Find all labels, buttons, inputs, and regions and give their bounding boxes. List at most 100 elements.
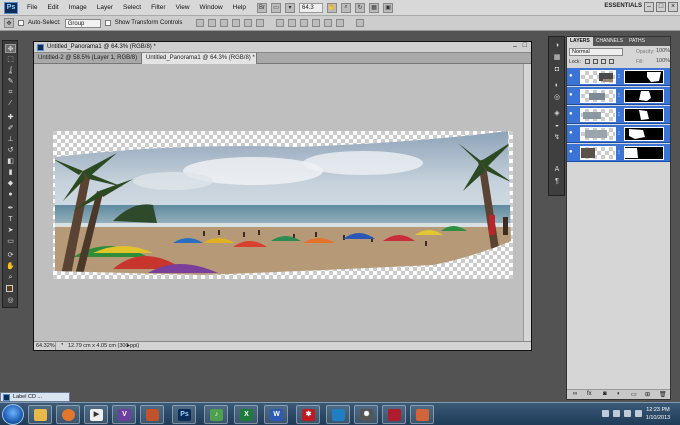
delete-layer-icon[interactable]: 🗑 xyxy=(659,391,667,398)
move-tool-preset-icon[interactable]: ✥ xyxy=(4,18,14,28)
new-group-icon[interactable]: ▭ xyxy=(631,391,637,398)
taskbar-visual-studio[interactable]: V xyxy=(112,405,136,424)
align-bottom-icon[interactable] xyxy=(220,19,229,27)
healing-brush-tool-icon[interactable]: ✚ xyxy=(5,113,16,122)
taskbar-photoshop[interactable]: Ps xyxy=(172,405,196,424)
taskbar-media-app[interactable] xyxy=(382,405,406,424)
taskbar-clock[interactable]: 12:23 PM 1/10/2013 xyxy=(642,406,674,422)
align-hcenter-icon[interactable] xyxy=(244,19,253,27)
distribute-top-icon[interactable] xyxy=(276,19,285,27)
vertical-scrollbar[interactable] xyxy=(523,64,531,341)
lock-transparency-icon[interactable] xyxy=(585,59,590,64)
taskbar-explorer[interactable] xyxy=(28,405,52,424)
character-panel-icon[interactable]: A xyxy=(552,165,562,174)
paths-panel-icon[interactable]: ↯ xyxy=(552,133,562,142)
document-titlebar[interactable]: Untitled_Panorama1 @ 64.3% (RGB/8) * – □ xyxy=(34,42,531,53)
dodge-tool-icon[interactable]: ● xyxy=(5,190,16,199)
blur-tool-icon[interactable]: ◆ xyxy=(5,179,16,188)
layer-row[interactable]: ● ⁝ xyxy=(567,87,670,105)
distribute-bottom-icon[interactable] xyxy=(300,19,309,27)
auto-align-layers-icon[interactable] xyxy=(356,19,365,27)
close-button[interactable]: × xyxy=(668,2,678,12)
tab-layers[interactable]: LAYERS xyxy=(567,37,593,46)
visibility-eye-icon[interactable]: ● xyxy=(569,130,576,137)
distribute-vcenter-icon[interactable] xyxy=(288,19,297,27)
start-button[interactable] xyxy=(2,404,24,425)
quick-mask-icon[interactable]: ◎ xyxy=(5,296,16,305)
adjustments-panel-icon[interactable]: ◐ xyxy=(552,81,562,90)
link-layers-icon[interactable]: ∞ xyxy=(573,391,577,397)
taskbar-excel[interactable]: X xyxy=(234,405,258,424)
lock-all-icon[interactable] xyxy=(609,59,614,64)
panorama-image[interactable] xyxy=(53,131,513,279)
tab-paths[interactable]: PATHS xyxy=(626,37,648,46)
extras-icon[interactable]: ▾ xyxy=(285,2,296,13)
menu-help[interactable]: Help xyxy=(228,4,251,11)
taskbar-word[interactable]: W xyxy=(264,405,288,424)
menu-layer[interactable]: Layer xyxy=(92,4,118,11)
minimized-window[interactable]: Label CD ... xyxy=(0,392,70,402)
visibility-eye-icon[interactable]: ● xyxy=(569,92,576,99)
layer-mask-link-icon[interactable]: ⁝ xyxy=(618,130,620,137)
visibility-eye-icon[interactable]: ● xyxy=(569,73,576,80)
eyedropper-tool-icon[interactable]: ⁄ xyxy=(5,99,16,108)
paragraph-panel-icon[interactable]: ¶ xyxy=(552,177,562,186)
status-zoom-field[interactable]: 64.32% xyxy=(34,342,56,350)
color-panel-icon[interactable]: ◑ xyxy=(552,41,562,50)
zoom-tool-icon[interactable]: ⌕ xyxy=(341,2,352,13)
tab-untitled-2[interactable]: Untitled-2 @ 58.5% (Layer 1, RGB/8) * xyxy=(34,53,142,72)
rotate-view-icon[interactable]: ↻ xyxy=(355,2,366,13)
crop-tool-icon[interactable]: ⌗ xyxy=(5,88,16,97)
transform-controls-checkbox[interactable] xyxy=(104,20,111,26)
distribute-left-icon[interactable] xyxy=(312,19,321,27)
menu-select[interactable]: Select xyxy=(118,4,146,11)
styles-panel-icon[interactable]: ◘ xyxy=(552,65,562,74)
zoom-tool-icon[interactable]: ⌕ xyxy=(5,273,16,282)
screen-mode-icon[interactable]: ▣ xyxy=(383,2,394,13)
layer-row[interactable]: ● ⁝ xyxy=(567,106,670,124)
layer-mask-link-icon[interactable]: ⁝ xyxy=(618,92,620,99)
workspace-switcher[interactable]: ESSENTIALS xyxy=(604,3,642,9)
fill-field[interactable]: 100% xyxy=(656,58,670,64)
status-info-icon[interactable]: ◔ xyxy=(60,342,64,348)
3d-rotate-tool-icon[interactable]: ⟳ xyxy=(5,251,16,260)
tab-channels[interactable]: CHANNELS xyxy=(593,37,626,46)
lock-pixels-icon[interactable] xyxy=(593,59,598,64)
clone-stamp-tool-icon[interactable]: ⊥ xyxy=(5,135,16,144)
history-brush-tool-icon[interactable]: ↺ xyxy=(5,146,16,155)
status-menu-arrow-icon[interactable]: ▸ xyxy=(127,342,130,349)
lasso-tool-icon[interactable]: ʆ xyxy=(5,66,16,75)
launch-bridge-icon[interactable]: Br xyxy=(257,2,268,13)
quick-select-tool-icon[interactable]: ✎ xyxy=(5,77,16,86)
hand-tool-icon[interactable]: ✋ xyxy=(5,262,16,271)
taskbar-image-viewer[interactable] xyxy=(140,405,164,424)
menu-image[interactable]: Image xyxy=(64,4,92,11)
pen-tool-icon[interactable]: ✒ xyxy=(5,204,16,213)
menu-window[interactable]: Window xyxy=(195,4,228,11)
taskbar-media-player[interactable]: ▶ xyxy=(84,405,108,424)
type-tool-icon[interactable]: T xyxy=(5,215,16,224)
layer-row[interactable]: ● ⁝ xyxy=(567,125,670,143)
menu-view[interactable]: View xyxy=(171,4,195,11)
marquee-tool-icon[interactable]: ⬚ xyxy=(5,55,16,64)
new-layer-icon[interactable]: ⊞ xyxy=(645,391,650,398)
path-select-tool-icon[interactable]: ➤ xyxy=(5,226,16,235)
doc-maximize-icon[interactable]: □ xyxy=(523,42,527,49)
hand-tool-icon[interactable]: ✋ xyxy=(327,2,338,13)
move-tool-icon[interactable]: ✥ xyxy=(5,44,16,53)
canvas-area[interactable] xyxy=(34,64,523,341)
new-adjustment-icon[interactable]: ◐ xyxy=(617,391,621,397)
brush-tool-icon[interactable]: ✐ xyxy=(5,124,16,133)
taskbar-sound-app[interactable]: ♪ xyxy=(204,405,228,424)
visibility-eye-icon[interactable]: ● xyxy=(569,149,576,156)
tray-network-icon[interactable] xyxy=(613,410,620,417)
launch-minibridge-icon[interactable]: ▭ xyxy=(271,2,282,13)
layer-row[interactable]: ● ⁝ xyxy=(567,144,670,162)
minimize-button[interactable]: – xyxy=(644,2,654,12)
maximize-button[interactable]: □ xyxy=(656,2,666,12)
menu-edit[interactable]: Edit xyxy=(42,4,63,11)
visibility-eye-icon[interactable]: ● xyxy=(569,111,576,118)
foreground-color-swatch[interactable] xyxy=(6,285,13,292)
align-top-icon[interactable] xyxy=(196,19,205,27)
taskbar-acrobat[interactable]: ✱ xyxy=(296,405,320,424)
